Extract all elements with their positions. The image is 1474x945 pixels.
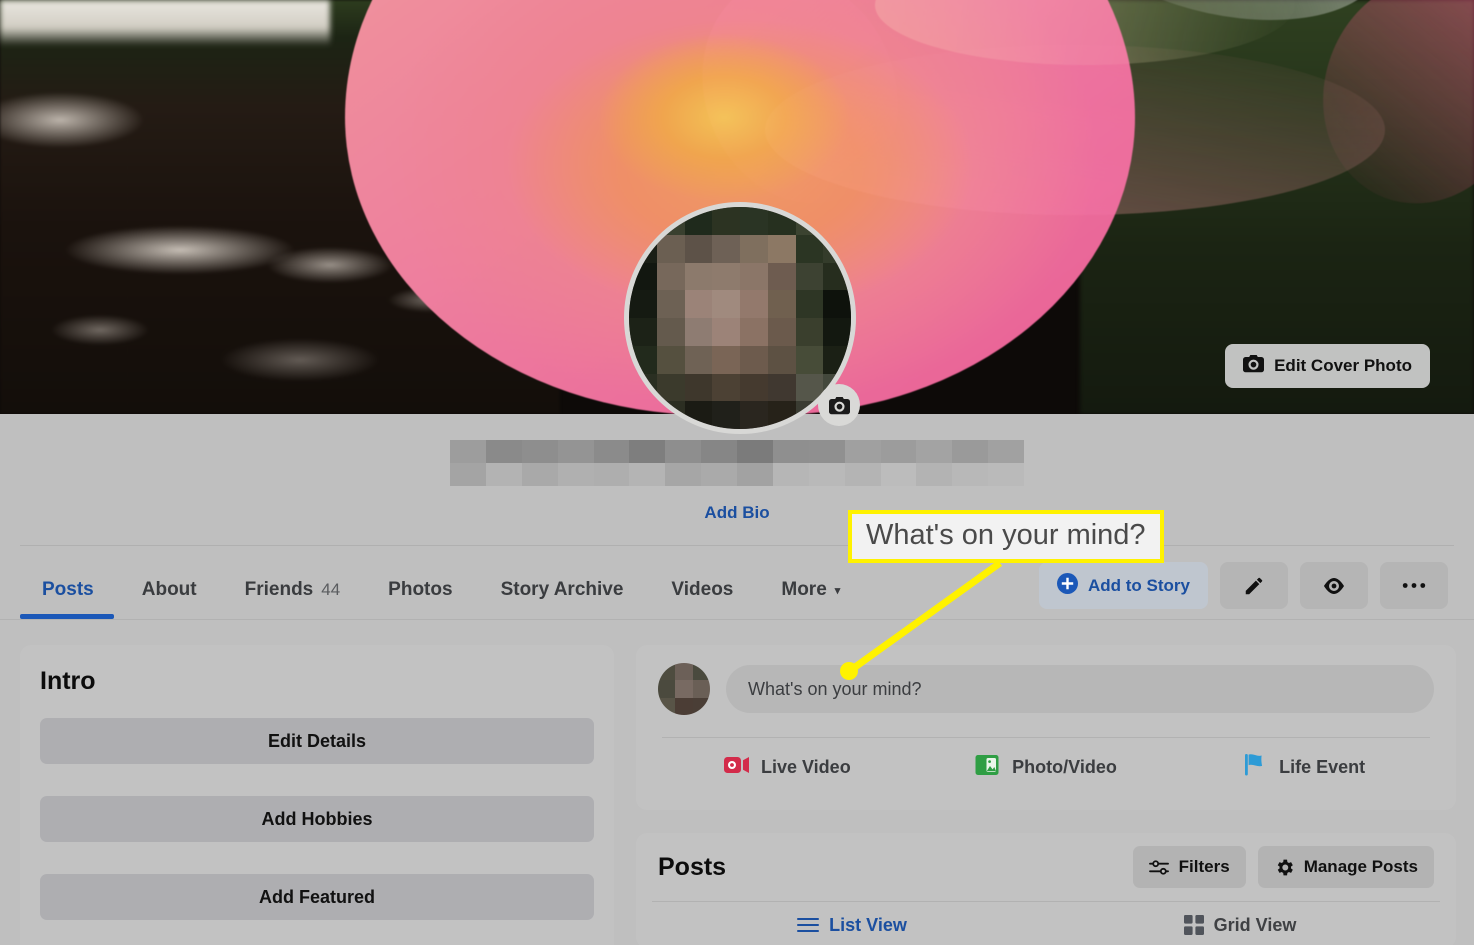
tab-story-archive[interactable]: Story Archive — [477, 579, 648, 601]
edit-profile-photo-button[interactable] — [818, 384, 860, 426]
list-icon — [797, 918, 820, 932]
list-view-label: List View — [829, 914, 907, 935]
add-bio-link[interactable]: Add Bio — [0, 503, 1474, 523]
posts-title: Posts — [658, 852, 727, 881]
life-event-label: Life Event — [1279, 756, 1366, 777]
facebook-profile-page: Edit Cover Photo Add Bio Posts About Fri… — [0, 0, 1474, 945]
tab-friends[interactable]: Friends 44 — [221, 579, 365, 601]
composer-input[interactable]: What's on your mind? — [726, 665, 1434, 713]
avatar[interactable] — [658, 663, 710, 715]
intro-card: Intro Edit Details Add Hobbies Add Featu… — [20, 645, 614, 945]
life-event-icon — [1244, 753, 1268, 781]
add-to-story-label: Add to Story — [1088, 575, 1190, 595]
post-composer-card: What's on your mind? Live Video Photo/Vi… — [636, 645, 1456, 810]
pencil-icon — [1245, 577, 1263, 594]
tab-photos[interactable]: Photos — [364, 579, 476, 601]
tab-label: Story Archive — [500, 579, 624, 600]
tab-videos[interactable]: Videos — [647, 579, 757, 601]
list-view-button[interactable]: List View — [658, 902, 1046, 945]
photo-video-label: Photo/Video — [1012, 756, 1117, 777]
edit-details-button[interactable]: Edit Details — [40, 718, 594, 764]
eye-icon — [1324, 577, 1344, 594]
tab-label: Friends — [244, 579, 314, 600]
gear-icon — [1277, 859, 1293, 875]
life-event-button[interactable]: Life Event — [1175, 753, 1434, 781]
manage-posts-label: Manage Posts — [1303, 857, 1418, 876]
camera-icon — [1243, 354, 1265, 378]
filters-label: Filters — [1178, 857, 1230, 876]
annotation-callout: What's on your mind? — [848, 510, 1164, 563]
ellipsis-icon — [1402, 583, 1426, 588]
grid-icon — [1183, 915, 1204, 935]
edit-cover-photo-button[interactable]: Edit Cover Photo — [1225, 344, 1430, 388]
profile-name-redacted — [450, 440, 1024, 486]
pixelated-face — [629, 207, 851, 429]
intro-title: Intro — [40, 667, 96, 695]
grid-view-label: Grid View — [1213, 914, 1297, 935]
profile-feed-column: What's on your mind? Live Video Photo/Vi… — [636, 645, 1456, 945]
tab-label: About — [141, 579, 197, 600]
posts-section-card: Posts Filters Manage Posts List View Gri… — [636, 833, 1456, 945]
profile-name-block: Add Bio — [0, 440, 1474, 523]
edit-cover-photo-label: Edit Cover Photo — [1274, 356, 1412, 375]
chevron-down-icon: ▾ — [834, 584, 841, 597]
profile-action-buttons: Add to Story — [1039, 562, 1448, 609]
composer-placeholder: What's on your mind? — [748, 678, 922, 699]
profile-main: Intro Edit Details Add Hobbies Add Featu… — [0, 638, 1474, 945]
photo-video-button[interactable]: Photo/Video — [917, 754, 1176, 781]
grid-view-button[interactable]: Grid View — [1046, 902, 1434, 945]
tabs-divider — [0, 619, 1474, 620]
composer-row: What's on your mind? — [658, 663, 1434, 715]
header-divider — [20, 545, 1454, 546]
tab-label: Videos — [671, 579, 734, 600]
view-as-button[interactable] — [1300, 562, 1368, 609]
edit-profile-button[interactable] — [1220, 562, 1288, 609]
more-options-button[interactable] — [1380, 562, 1448, 609]
tab-label: Photos — [388, 579, 453, 600]
tab-label: Posts — [42, 579, 94, 600]
live-video-button[interactable]: Live Video — [658, 755, 917, 780]
add-to-story-button[interactable]: Add to Story — [1039, 562, 1208, 609]
live-video-label: Live Video — [760, 756, 851, 777]
friends-count: 44 — [321, 580, 341, 599]
photo-video-icon — [975, 754, 1001, 781]
composer-actions: Live Video Photo/Video Life Event — [658, 738, 1434, 796]
filters-button[interactable]: Filters — [1132, 846, 1246, 888]
manage-posts-button[interactable]: Manage Posts — [1257, 846, 1434, 888]
add-featured-button[interactable]: Add Featured — [40, 874, 594, 920]
plus-circle-icon — [1057, 572, 1078, 599]
live-video-icon — [723, 755, 750, 780]
camera-icon — [828, 396, 850, 414]
sliders-icon — [1148, 859, 1169, 875]
tab-posts[interactable]: Posts — [22, 579, 118, 601]
posts-header: Posts Filters Manage Posts — [658, 833, 1434, 901]
tab-about[interactable]: About — [118, 579, 221, 601]
cover-sky — [0, 0, 330, 46]
profile-photo-container[interactable] — [624, 202, 860, 434]
posts-view-toggle: List View Grid View — [658, 902, 1434, 945]
tab-label: More — [781, 579, 827, 600]
tab-more[interactable]: More ▾ — [757, 579, 864, 601]
add-hobbies-button[interactable]: Add Hobbies — [40, 796, 594, 842]
